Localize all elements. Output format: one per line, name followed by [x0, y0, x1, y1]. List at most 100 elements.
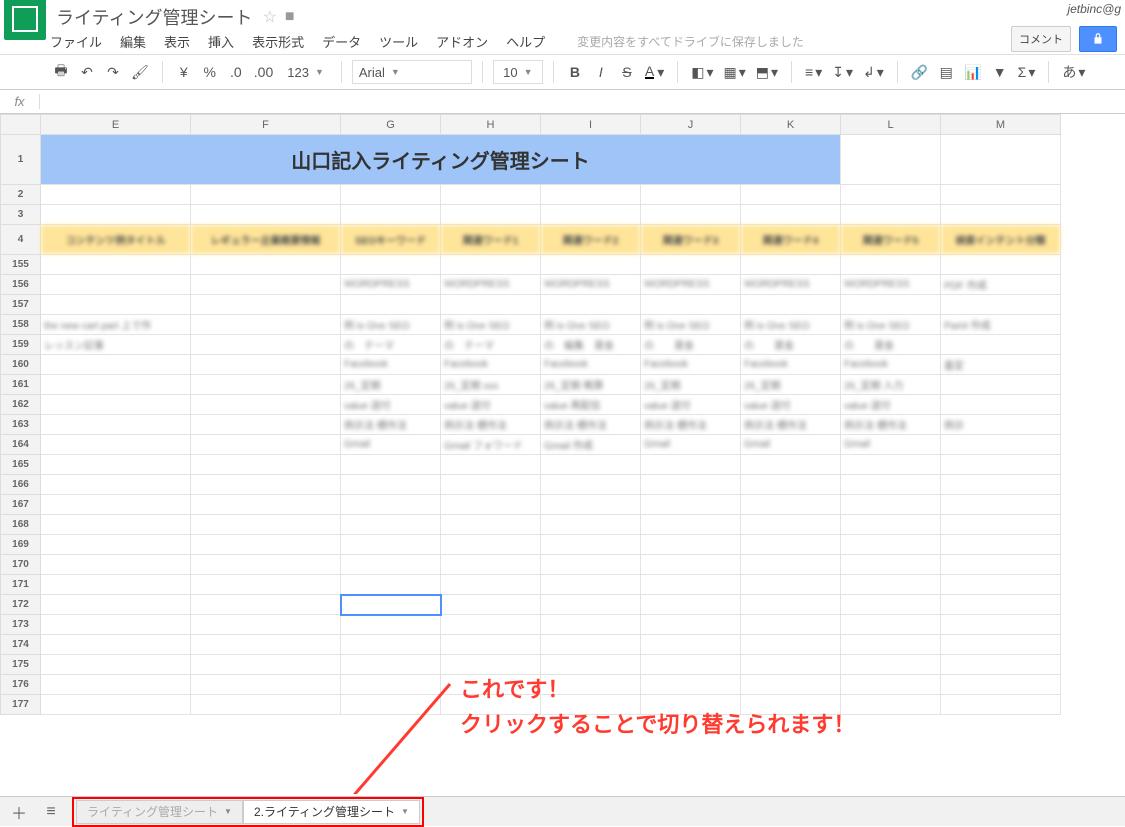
cell[interactable] [191, 395, 341, 415]
cell[interactable] [341, 475, 441, 495]
cell[interactable] [441, 255, 541, 275]
cell[interactable] [191, 335, 341, 355]
row-number[interactable]: 156 [1, 275, 41, 295]
row-number[interactable]: 161 [1, 375, 41, 395]
cell[interactable]: Part4 作成 [941, 315, 1061, 335]
cell[interactable] [191, 315, 341, 335]
row-number[interactable]: 1 [1, 135, 41, 185]
cell[interactable] [741, 495, 841, 515]
cell[interactable] [841, 475, 941, 495]
cell[interactable] [441, 535, 541, 555]
cell[interactable]: value 送付 [441, 395, 541, 415]
row-number[interactable]: 169 [1, 535, 41, 555]
cell[interactable] [641, 575, 741, 595]
cell[interactable] [641, 455, 741, 475]
doc-title[interactable]: ライティング管理シート [52, 4, 253, 30]
cell[interactable] [441, 295, 541, 315]
column-header[interactable]: M [941, 115, 1061, 135]
cell[interactable]: 例示法 標作法 [841, 415, 941, 435]
cell[interactable] [41, 395, 191, 415]
cell[interactable]: の 編集 賃金 [541, 335, 641, 355]
cell[interactable] [941, 255, 1061, 275]
cell[interactable] [741, 475, 841, 495]
cell[interactable]: value 再配信 [541, 395, 641, 415]
row-number[interactable]: 163 [1, 415, 41, 435]
cell[interactable] [41, 275, 191, 295]
cell[interactable] [541, 575, 641, 595]
row-number[interactable]: 176 [1, 675, 41, 695]
cell[interactable] [741, 515, 841, 535]
cell[interactable] [341, 655, 441, 675]
cell[interactable]: 査定 [941, 355, 1061, 375]
cell[interactable] [191, 535, 341, 555]
cell[interactable] [41, 635, 191, 655]
cell[interactable] [541, 695, 641, 715]
cell[interactable] [941, 695, 1061, 715]
undo-icon[interactable]: ↶ [76, 60, 98, 84]
cell[interactable]: Gmail 作成 [541, 435, 641, 455]
cell[interactable] [541, 475, 641, 495]
row-number[interactable]: 165 [1, 455, 41, 475]
cell[interactable]: Gmail [841, 435, 941, 455]
cell[interactable] [941, 455, 1061, 475]
cell[interactable] [541, 555, 641, 575]
cell[interactable]: の 賃金 [741, 335, 841, 355]
cell[interactable] [941, 655, 1061, 675]
row-number[interactable]: 158 [1, 315, 41, 335]
currency-button[interactable]: ¥ [173, 60, 195, 84]
cell[interactable] [741, 555, 841, 575]
cell[interactable]: value 送付 [741, 395, 841, 415]
cell[interactable]: Facebook [441, 355, 541, 375]
cell[interactable] [541, 515, 641, 535]
v-align-icon[interactable]: ↧▾ [829, 60, 856, 84]
cell[interactable] [191, 255, 341, 275]
h-align-icon[interactable]: ≡▾ [802, 60, 825, 84]
increase-decimal-button[interactable]: .00 [251, 60, 276, 84]
cell[interactable] [941, 495, 1061, 515]
row-number[interactable]: 172 [1, 595, 41, 615]
cell[interactable] [191, 595, 341, 615]
cell[interactable] [641, 535, 741, 555]
strike-button[interactable]: S [616, 60, 638, 84]
cell[interactable]: の テーマ [441, 335, 541, 355]
cell[interactable] [341, 595, 441, 615]
print-icon[interactable]: 🖶 [50, 60, 72, 84]
cell[interactable] [41, 675, 191, 695]
cell[interactable] [941, 295, 1061, 315]
cell[interactable] [191, 435, 341, 455]
cell[interactable] [191, 615, 341, 635]
bold-button[interactable]: B [564, 60, 586, 84]
cell[interactable] [191, 375, 341, 395]
cell[interactable] [941, 475, 1061, 495]
cell[interactable]: 例示法 標作法 [341, 415, 441, 435]
column-header[interactable]: L [841, 115, 941, 135]
cell[interactable] [841, 695, 941, 715]
cell[interactable]: Facebook [741, 355, 841, 375]
cell[interactable] [441, 555, 541, 575]
row-number[interactable]: 164 [1, 435, 41, 455]
cell[interactable] [191, 655, 341, 675]
cell[interactable] [641, 495, 741, 515]
cell[interactable]: の テーマ [341, 335, 441, 355]
row-number[interactable]: 159 [1, 335, 41, 355]
cell[interactable] [641, 675, 741, 695]
row-number[interactable]: 170 [1, 555, 41, 575]
cell[interactable] [341, 255, 441, 275]
cell[interactable]: 例示法 標作法 [441, 415, 541, 435]
cell[interactable]: の 賃金 [841, 335, 941, 355]
cell[interactable] [841, 635, 941, 655]
cell[interactable]: レッスン記事 [41, 335, 191, 355]
row-number[interactable]: 168 [1, 515, 41, 535]
cell[interactable] [941, 675, 1061, 695]
cell[interactable] [641, 615, 741, 635]
cell[interactable] [441, 575, 541, 595]
cell[interactable]: 例 is One SEO [341, 315, 441, 335]
cell[interactable] [841, 575, 941, 595]
text-color-button[interactable]: A▾ [642, 60, 667, 84]
cell[interactable] [191, 515, 341, 535]
folder-icon[interactable]: ■ [285, 8, 295, 26]
cell[interactable] [941, 395, 1061, 415]
cell[interactable]: WORDPRESS [841, 275, 941, 295]
row-number[interactable]: 157 [1, 295, 41, 315]
cell[interactable]: 26_定期 [341, 375, 441, 395]
